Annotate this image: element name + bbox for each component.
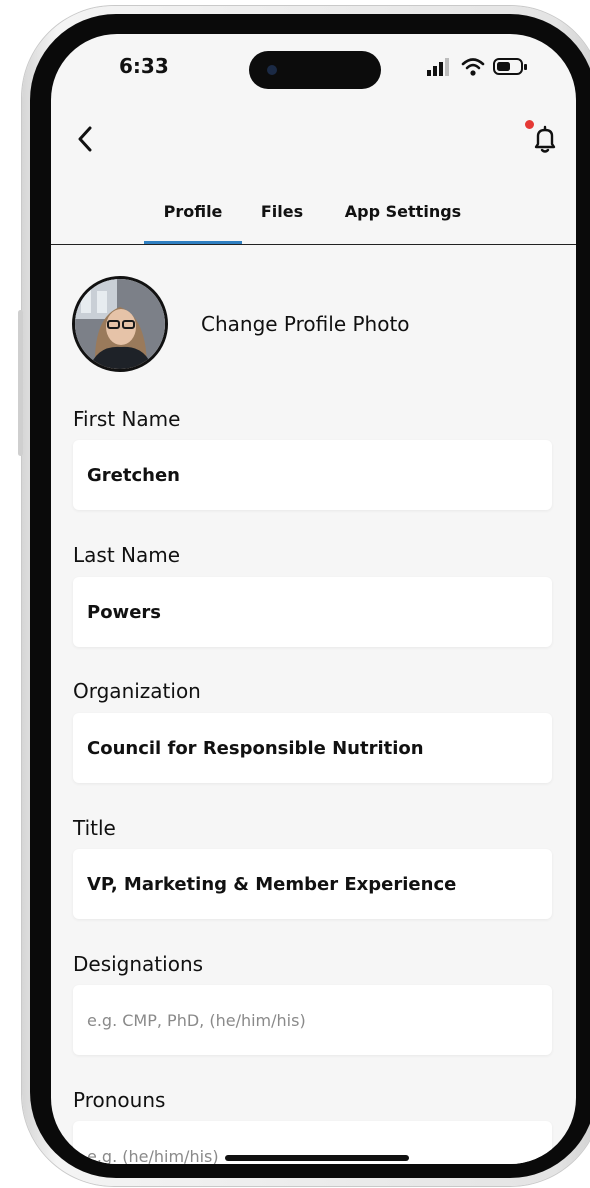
avatar[interactable] bbox=[72, 276, 168, 372]
camera-icon bbox=[267, 65, 277, 75]
app-screen: 6:33 Profile Files App Settings Change P… bbox=[51, 34, 576, 1164]
wifi-icon bbox=[461, 58, 485, 76]
last-name-field-box bbox=[73, 577, 552, 647]
battery-icon bbox=[493, 58, 527, 75]
dynamic-island bbox=[249, 51, 381, 89]
profile-photo bbox=[75, 279, 165, 369]
last-name-label: Last Name bbox=[73, 543, 181, 567]
first-name-label: First Name bbox=[73, 407, 181, 431]
tab-files[interactable]: Files bbox=[257, 202, 307, 244]
title-field[interactable] bbox=[87, 849, 542, 919]
tab-app-settings[interactable]: App Settings bbox=[341, 202, 465, 244]
designations-field-box bbox=[73, 985, 552, 1055]
designations-label: Designations bbox=[73, 952, 204, 976]
change-profile-photo-link[interactable]: Change Profile Photo bbox=[201, 312, 410, 336]
signal-icon bbox=[427, 58, 449, 76]
last-name-field[interactable] bbox=[87, 577, 542, 647]
title-label: Title bbox=[73, 816, 116, 840]
first-name-field-box bbox=[73, 440, 552, 510]
tab-bar: Profile Files App Settings bbox=[51, 194, 576, 245]
bell-icon bbox=[534, 125, 556, 153]
tab-profile[interactable]: Profile bbox=[144, 202, 242, 244]
active-tab-indicator bbox=[144, 241, 242, 244]
status-icons bbox=[427, 56, 537, 80]
first-name-field[interactable] bbox=[87, 440, 542, 510]
back-button[interactable] bbox=[71, 122, 101, 156]
title-field-box bbox=[73, 849, 552, 919]
organization-field-box bbox=[73, 713, 552, 783]
phone-side-button bbox=[18, 310, 23, 456]
status-time: 6:33 bbox=[119, 54, 169, 78]
chevron-left-icon bbox=[78, 126, 92, 152]
pronouns-label: Pronouns bbox=[73, 1088, 166, 1112]
designations-field[interactable] bbox=[87, 985, 542, 1055]
organization-field[interactable] bbox=[87, 713, 542, 783]
organization-label: Organization bbox=[73, 679, 201, 703]
home-indicator bbox=[225, 1155, 409, 1161]
notifications-button[interactable] bbox=[521, 118, 561, 158]
